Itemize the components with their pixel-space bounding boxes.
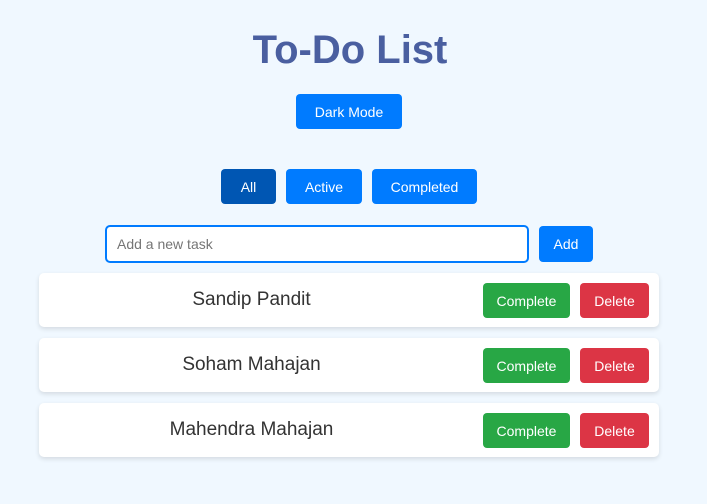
filter-all-button[interactable]: All (221, 169, 276, 204)
task-item: Mahendra Mahajan Complete Delete (39, 403, 659, 457)
filter-active-button[interactable]: Active (286, 169, 362, 204)
complete-button[interactable]: Complete (483, 413, 570, 448)
delete-button[interactable]: Delete (580, 348, 649, 383)
task-text: Soham Mahajan (182, 354, 321, 375)
complete-button[interactable]: Complete (483, 283, 570, 318)
dark-mode-button[interactable]: Dark Mode (296, 94, 402, 129)
task-item: Soham Mahajan Complete Delete (39, 338, 659, 392)
new-task-input[interactable] (105, 225, 529, 263)
complete-button[interactable]: Complete (483, 348, 570, 383)
task-text: Mahendra Mahajan (169, 419, 334, 440)
delete-button[interactable]: Delete (580, 413, 649, 448)
add-task-button[interactable]: Add (539, 226, 593, 262)
filter-completed-button[interactable]: Completed (372, 169, 477, 204)
task-item: Sandip Pandit Complete Delete (39, 273, 659, 327)
task-text: Sandip Pandit (192, 289, 311, 310)
delete-button[interactable]: Delete (580, 283, 649, 318)
page-title: To-Do List (252, 28, 448, 72)
